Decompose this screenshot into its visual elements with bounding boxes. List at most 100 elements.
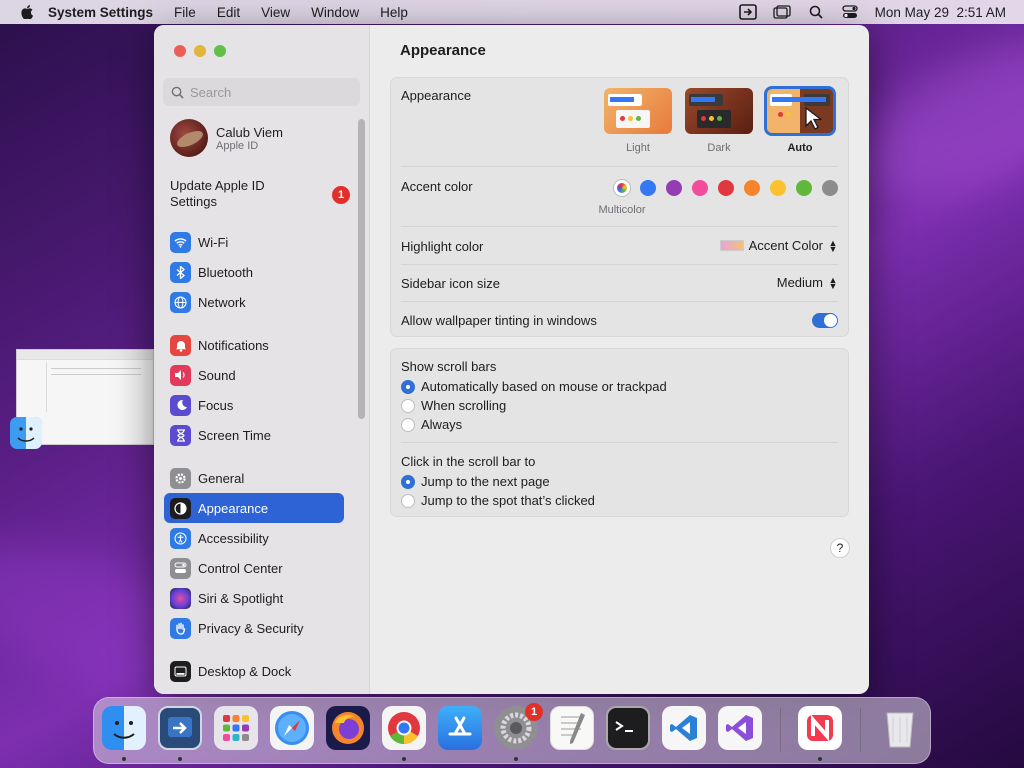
accent-purple-swatch[interactable]: [666, 180, 682, 196]
sidebar-icon-size-label: Sidebar icon size: [401, 276, 500, 291]
trash-icon[interactable]: [878, 706, 922, 750]
account-name: Calub Viem: [216, 124, 283, 140]
divider: [401, 442, 838, 443]
sidebar-icon-size-popup[interactable]: Medium ▲ ▼: [777, 275, 838, 290]
chrome-icon[interactable]: [382, 706, 426, 750]
dock-separator: [860, 708, 861, 752]
accent-graphite-swatch[interactable]: [822, 180, 838, 196]
accent-red-swatch[interactable]: [718, 180, 734, 196]
sidebar-item-screen-time[interactable]: Screen Time: [164, 420, 344, 450]
update-apple-id-item[interactable]: Update Apple ID Settings 1: [170, 178, 350, 210]
accent-green-swatch[interactable]: [796, 180, 812, 196]
appearance-icon: [170, 497, 191, 519]
sidebar-item-appearance[interactable]: Appearance: [164, 493, 344, 523]
vscode-icon[interactable]: [662, 706, 706, 750]
radio-when-scrolling[interactable]: When scrolling: [401, 398, 506, 413]
sidebar-item-accessibility[interactable]: Accessibility: [164, 523, 344, 553]
finder-small-icon[interactable]: [10, 417, 42, 449]
sidebar-item-general[interactable]: General: [164, 463, 344, 493]
radio-label: Jump to the next page: [421, 474, 550, 489]
divider: [401, 301, 838, 302]
sidebar-item-label: Sound: [198, 367, 236, 383]
radio-button[interactable]: [401, 417, 415, 432]
appearance-dark-label: Dark: [707, 142, 731, 154]
radio-auto-scroll[interactable]: Automatically based on mouse or trackpad: [401, 379, 667, 394]
spotlight-search-icon[interactable]: [807, 4, 825, 20]
radio-button[interactable]: [401, 379, 415, 394]
menu-file[interactable]: File: [174, 5, 196, 20]
settings-badge: 1: [525, 703, 543, 721]
menu-help[interactable]: Help: [380, 5, 408, 20]
running-indicator: [514, 757, 518, 761]
system-settings-window: Search Calub Viem Apple ID Update Apple …: [154, 25, 869, 694]
running-indicator: [178, 757, 182, 761]
appearance-auto-option[interactable]: [764, 86, 836, 136]
help-button[interactable]: ?: [830, 538, 850, 558]
sidebar-item-sound[interactable]: Sound: [164, 360, 344, 390]
menu-view[interactable]: View: [261, 5, 290, 20]
control-center-menu-icon[interactable]: [841, 4, 859, 20]
radio-jump-spot-clicked[interactable]: Jump to the spot that’s clicked: [401, 493, 595, 508]
menu-edit[interactable]: Edit: [217, 5, 240, 20]
accent-orange-swatch[interactable]: [744, 180, 760, 196]
account-subtitle: Apple ID: [216, 139, 259, 152]
sidebar-item-privacy-security[interactable]: Privacy & Security: [164, 613, 344, 643]
highlight-color-label: Highlight color: [401, 239, 484, 254]
radio-button[interactable]: [401, 474, 415, 489]
menu-window[interactable]: Window: [311, 5, 359, 20]
close-button[interactable]: [174, 45, 186, 57]
appearance-light-option[interactable]: [604, 88, 672, 134]
firefox-icon[interactable]: [326, 706, 370, 750]
sidebar-item-label: Screen Time: [198, 427, 271, 443]
sidebar-item-control-center[interactable]: Control Center: [164, 553, 344, 583]
menu-clock[interactable]: Mon May 29 2:51 AM: [875, 5, 1006, 20]
wallpaper-tinting-toggle[interactable]: [812, 313, 838, 328]
terminal-icon[interactable]: [606, 706, 650, 750]
sidebar-item-focus[interactable]: Focus: [164, 390, 344, 420]
control-center-icon: [170, 557, 191, 579]
sidebar-item-label: Control Center: [198, 560, 283, 576]
sidebar-item-notifications[interactable]: Notifications: [164, 330, 344, 360]
radio-always[interactable]: Always: [401, 417, 462, 432]
accent-blue-swatch[interactable]: [640, 180, 656, 196]
safari-icon[interactable]: [270, 706, 314, 750]
mouse-pointer-icon: [805, 106, 822, 130]
avatar: [170, 119, 208, 157]
zoom-button[interactable]: [214, 45, 226, 57]
remote-desktop-icon[interactable]: [158, 706, 202, 750]
speaker-icon: [170, 364, 191, 386]
apple-logo-icon[interactable]: [20, 5, 34, 19]
radio-jump-next-page[interactable]: Jump to the next page: [401, 474, 550, 489]
apple-id-account[interactable]: Calub Viem Apple ID: [170, 119, 283, 157]
menu-app-name[interactable]: System Settings: [48, 5, 153, 20]
visual-studio-icon[interactable]: [718, 706, 762, 750]
textedit-icon[interactable]: [550, 706, 594, 750]
finder-icon[interactable]: [102, 706, 146, 750]
highlight-color-popup[interactable]: Accent Color ▲ ▼: [719, 238, 838, 253]
sidebar-scrollbar[interactable]: [358, 119, 365, 419]
remote-desktop-status-icon[interactable]: [738, 4, 757, 20]
sidebar-item-label: Network: [198, 294, 246, 310]
search-input[interactable]: Search: [163, 78, 360, 106]
sidebar-item-desktop-dock[interactable]: Desktop & Dock: [164, 656, 344, 686]
accent-multicolor-swatch[interactable]: [614, 180, 630, 196]
appearance-light-label: Light: [626, 142, 650, 154]
sidebar-item-network[interactable]: Network: [164, 287, 344, 317]
appearance-dark-option[interactable]: [685, 88, 753, 134]
window-switch-icon[interactable]: [773, 4, 791, 20]
sidebar-item-wifi[interactable]: Wi-Fi: [164, 227, 344, 257]
sidebar-item-siri-spotlight[interactable]: Siri & Spotlight: [164, 583, 344, 613]
radio-button[interactable]: [401, 398, 415, 413]
gear-icon: [170, 467, 191, 489]
sidebar-item-bluetooth[interactable]: Bluetooth: [164, 257, 344, 287]
launchpad-icon[interactable]: [214, 706, 258, 750]
news-icon[interactable]: [798, 706, 842, 750]
accent-yellow-swatch[interactable]: [770, 180, 786, 196]
dock-separator: [780, 708, 781, 752]
app-store-icon[interactable]: [438, 706, 482, 750]
minimize-button[interactable]: [194, 45, 206, 57]
accent-pink-swatch[interactable]: [692, 180, 708, 196]
radio-button[interactable]: [401, 493, 415, 508]
appearance-label: Appearance: [401, 88, 472, 103]
divider: [401, 264, 838, 265]
